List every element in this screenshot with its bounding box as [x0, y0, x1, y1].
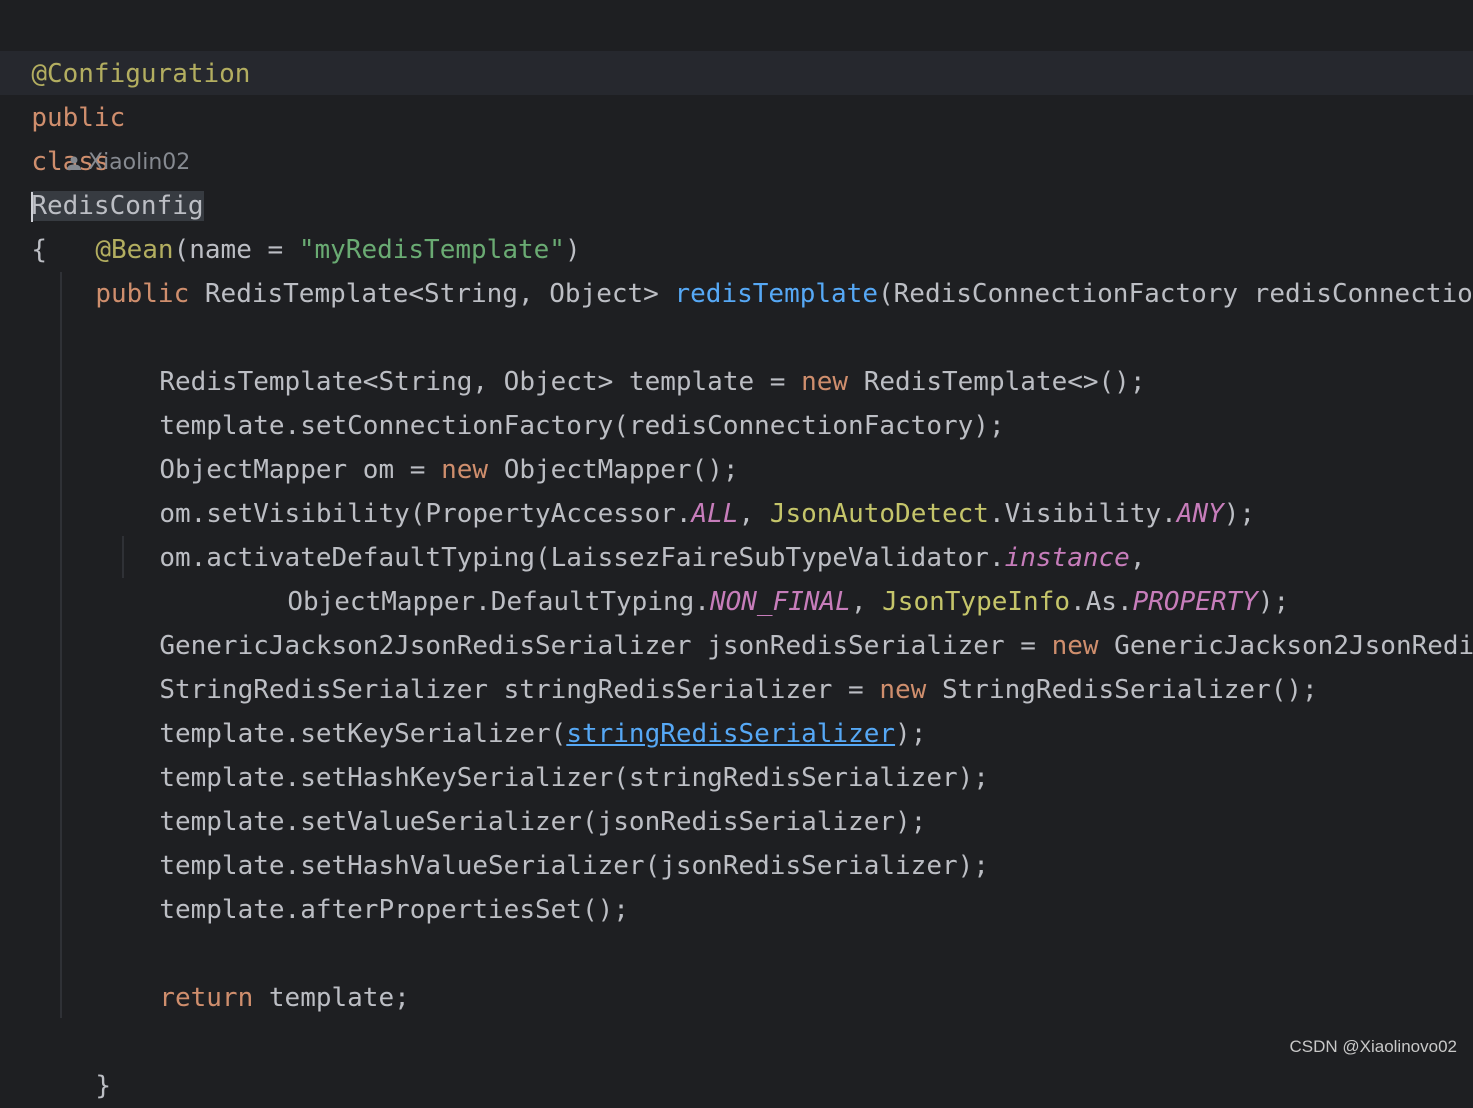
- author-inlay-hint[interactable]: Xiaolin02: [66, 146, 190, 180]
- open-brace: {: [31, 235, 47, 265]
- code-line-body-12[interactable]: template.setHashValueSerializer(jsonRedi…: [128, 800, 989, 881]
- code-line-bean[interactable]: @Bean(name = "myRedisTemplate"): [64, 184, 580, 265]
- indent-guide: [60, 272, 62, 1018]
- method-params: (RedisConnectionFactory redisConnectio: [878, 279, 1473, 309]
- code-line-return[interactable]: return template;: [128, 932, 409, 1013]
- indent-guide-continuation: [122, 536, 124, 578]
- keyword-public: public: [95, 279, 190, 309]
- code-line-body-5[interactable]: om.activateDefaultTyping(LaissezFaireSub…: [128, 492, 1145, 573]
- code-line-body-13[interactable]: template.afterPropertiesSet();: [128, 844, 629, 925]
- code-line-2[interactable]: public class RedisConfig {: [0, 52, 204, 265]
- code-line-body-2[interactable]: template.setConnectionFactory(redisConne…: [128, 360, 1004, 441]
- code-text: );: [1223, 499, 1256, 529]
- code-line-body-4[interactable]: om.setVisibility(PropertyAccessor.ALL, J…: [128, 448, 1255, 529]
- code-line-close-brace[interactable]: }: [64, 1020, 111, 1101]
- code-line-body-10[interactable]: template.setHashKeySerializer(stringRedi…: [128, 712, 989, 793]
- code-line-body-3[interactable]: ObjectMapper om = new ObjectMapper();: [128, 404, 738, 485]
- close-brace: }: [95, 1071, 111, 1101]
- code-line-body-8[interactable]: StringRedisSerializer stringRedisSeriali…: [128, 624, 1317, 705]
- method-name: redisTemplate: [674, 279, 879, 309]
- code-text: template.afterPropertiesSet();: [159, 895, 629, 925]
- code-text: StringRedisSerializer();: [926, 675, 1318, 705]
- code-line-method-signature[interactable]: public RedisTemplate<String, Object> red…: [64, 228, 1473, 309]
- watermark: CSDN @Xiaolinovo02: [1289, 1037, 1457, 1056]
- user-icon: [67, 156, 81, 170]
- keyword-public: public: [31, 103, 126, 133]
- code-line-body-6[interactable]: ObjectMapper.DefaultTyping.NON_FINAL, Js…: [256, 536, 1289, 617]
- code-line-body-9[interactable]: template.setKeySerializer(stringRedisSer…: [128, 668, 926, 749]
- static-field: ANY: [1176, 499, 1224, 529]
- code-line-body-1[interactable]: RedisTemplate<String, Object> template =…: [128, 316, 1145, 397]
- author-name: Xiaolin02: [88, 150, 191, 175]
- code-line-body-11[interactable]: template.setValueSerializer(jsonRedisSer…: [128, 756, 926, 837]
- return-type: RedisTemplate<String, Object>: [204, 279, 675, 309]
- code-line-body-7[interactable]: GenericJackson2JsonRedisSerializer jsonR…: [128, 580, 1473, 661]
- code-text: template;: [253, 983, 410, 1013]
- code-line-1[interactable]: @Configuration: [0, 8, 250, 89]
- keyword-return: return: [159, 983, 254, 1013]
